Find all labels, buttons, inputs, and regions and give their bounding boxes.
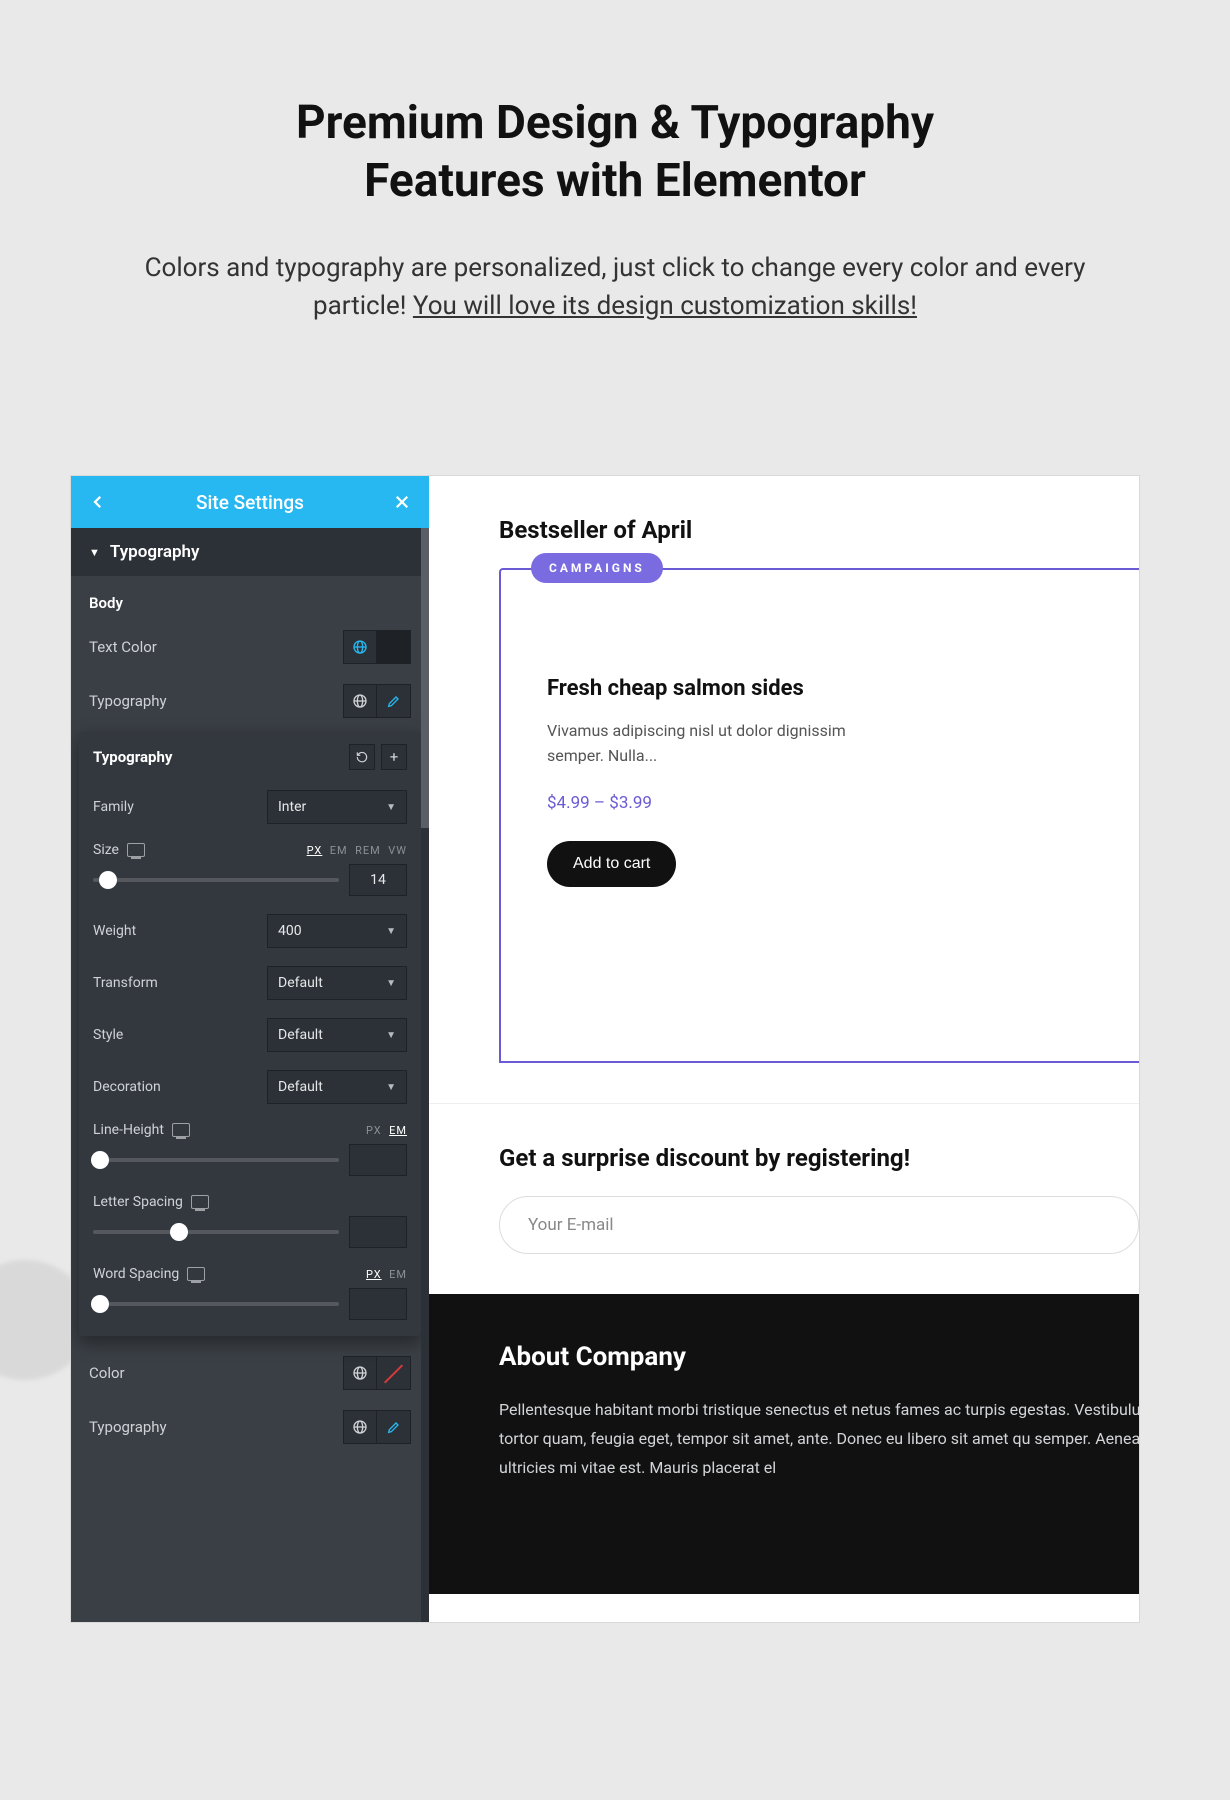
letterspacing-input[interactable] — [349, 1216, 407, 1248]
campaigns-badge: CAMPAIGNS — [531, 553, 663, 583]
wordspacing-units[interactable]: PX EM — [366, 1268, 407, 1281]
row-typography: Typography — [71, 674, 429, 728]
no-color-button[interactable] — [377, 1356, 411, 1390]
chevron-down-icon: ▼ — [386, 802, 396, 813]
add-button[interactable]: + — [381, 744, 407, 770]
panel-header: Site Settings — [71, 476, 429, 528]
size-slider[interactable] — [93, 878, 339, 882]
hero-title: Premium Design & Typography Features wit… — [0, 0, 1230, 210]
product-price: $4.99 – $3.99 — [547, 793, 1131, 813]
size-input[interactable]: 14 — [349, 864, 407, 896]
device-icon[interactable] — [172, 1123, 190, 1137]
weight-select[interactable]: 400▼ — [267, 914, 407, 948]
about-heading: About Company — [499, 1342, 1139, 1372]
panel-title: Site Settings — [109, 491, 391, 514]
weight-label: Weight — [93, 923, 136, 939]
wordspacing-input[interactable] — [349, 1288, 407, 1320]
hero-sub-underlined: You will love its design customization s… — [413, 291, 917, 321]
global-typo-button-2[interactable] — [343, 1410, 377, 1444]
hero-subtitle: Colors and typography are personalized, … — [0, 250, 1230, 325]
letterspacing-slider[interactable] — [93, 1230, 339, 1234]
device-icon[interactable] — [127, 843, 145, 857]
body-group-label: Body — [71, 576, 429, 620]
edit-typo-button[interactable] — [377, 684, 411, 718]
back-button[interactable] — [87, 491, 109, 513]
global-color-button[interactable] — [343, 630, 377, 664]
typography-popover: Typography + Family Inter ▼ Size PX EM RE… — [79, 732, 421, 1336]
size-units[interactable]: PX EM REM VW — [307, 844, 407, 857]
discount-section: Get a surprise discount by registering! … — [429, 1103, 1139, 1294]
decoration-label: Decoration — [93, 1079, 161, 1095]
about-body: Pellentesque habitant morbi tristique se… — [499, 1396, 1140, 1482]
footer-section: About Company Pellentesque habitant morb… — [429, 1294, 1139, 1594]
lineheight-units[interactable]: PX EM — [366, 1124, 407, 1137]
global-color-button-2[interactable] — [343, 1356, 377, 1390]
device-icon[interactable] — [191, 1195, 209, 1209]
section-label: Typography — [110, 542, 200, 562]
hero-title-line1: Premium Design & Typography — [296, 96, 934, 150]
lineheight-input[interactable] — [349, 1144, 407, 1176]
typography-label-2: Typography — [89, 1418, 167, 1436]
close-button[interactable] — [391, 491, 413, 513]
hero-title-line2: Features with Elementor — [364, 154, 866, 208]
global-typo-button[interactable] — [343, 684, 377, 718]
preview-area: Bestseller of April CAMPAIGNS Fresh chea… — [429, 476, 1139, 1622]
discount-heading: Get a surprise discount by registering! — [499, 1144, 1139, 1172]
color-swatch-button[interactable] — [377, 630, 411, 664]
device-icon[interactable] — [187, 1267, 205, 1281]
lineheight-label: Line-Height — [93, 1122, 190, 1138]
style-label: Style — [93, 1027, 123, 1043]
decoration-select[interactable]: Default▼ — [267, 1070, 407, 1104]
product-description: Vivamus adipiscing nisl ut dolor digniss… — [547, 719, 867, 769]
product-card: CAMPAIGNS Fresh cheap salmon sides Vivam… — [499, 568, 1140, 1063]
color-label: Color — [89, 1364, 125, 1382]
transform-label: Transform — [93, 975, 158, 991]
row-typography-2: Typography — [71, 1400, 429, 1454]
typography-label: Typography — [89, 692, 167, 710]
email-input[interactable]: Your E-mail — [499, 1196, 1139, 1254]
row-color: Color — [71, 1346, 429, 1400]
edit-typo-button-2[interactable] — [377, 1410, 411, 1444]
popover-title: Typography — [93, 748, 172, 766]
settings-panel: Site Settings ▼ Typography Body Text Col… — [71, 476, 429, 1622]
size-label: Size — [93, 842, 145, 858]
bestseller-heading: Bestseller of April — [429, 476, 1139, 568]
family-select[interactable]: Inter ▼ — [267, 790, 407, 824]
letterspacing-label: Letter Spacing — [93, 1194, 209, 1210]
app-window: Site Settings ▼ Typography Body Text Col… — [70, 475, 1140, 1623]
add-to-cart-button[interactable]: Add to cart — [547, 841, 676, 887]
reset-button[interactable] — [349, 744, 375, 770]
section-typography[interactable]: ▼ Typography — [71, 528, 429, 576]
wordspacing-slider[interactable] — [93, 1302, 339, 1306]
style-select[interactable]: Default▼ — [267, 1018, 407, 1052]
caret-down-icon: ▼ — [89, 546, 100, 559]
family-label: Family — [93, 799, 134, 815]
panel-scrollbar[interactable] — [421, 528, 429, 1622]
family-value: Inter — [278, 799, 306, 815]
transform-select[interactable]: Default▼ — [267, 966, 407, 1000]
row-text-color: Text Color — [71, 620, 429, 674]
wordspacing-label: Word Spacing — [93, 1266, 205, 1282]
product-title: Fresh cheap salmon sides — [547, 676, 1131, 701]
text-color-label: Text Color — [89, 638, 157, 656]
email-placeholder: Your E-mail — [528, 1215, 614, 1235]
lineheight-slider[interactable] — [93, 1158, 339, 1162]
